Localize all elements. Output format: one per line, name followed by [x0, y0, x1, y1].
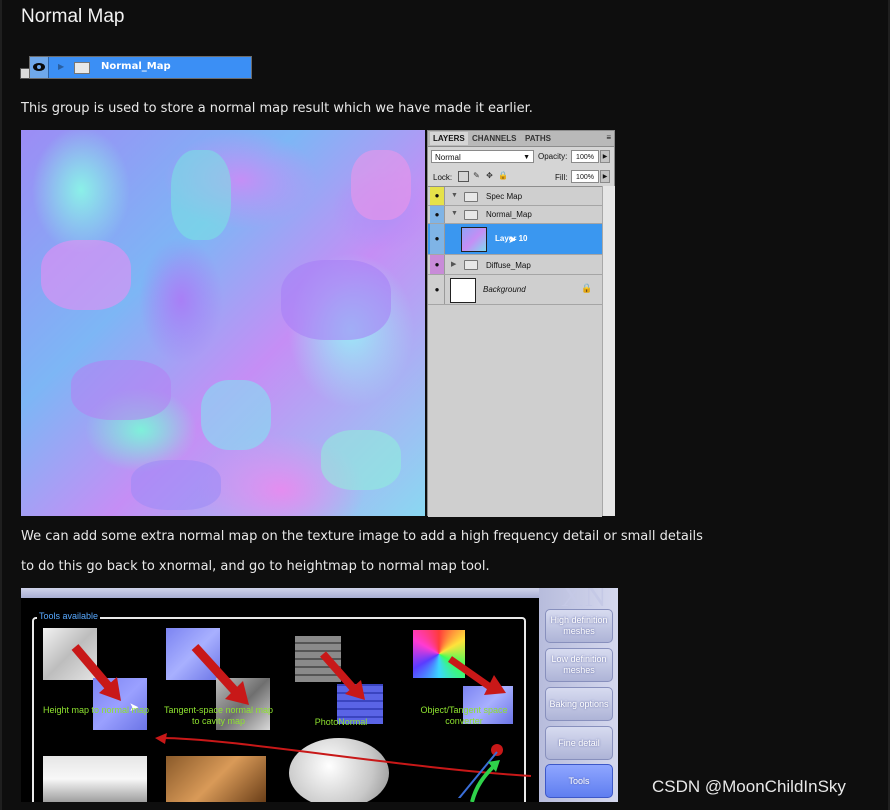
- folder-icon: [464, 192, 478, 202]
- eye-icon[interactable]: ●: [430, 275, 445, 304]
- tool-heightmap-to-normal[interactable]: Height map to normal map: [41, 705, 151, 716]
- chevron-down-icon: ▼: [523, 154, 530, 161]
- low-definition-meshes-button[interactable]: Low definition meshes: [545, 648, 613, 682]
- cursor-icon: ➤: [508, 234, 518, 246]
- eye-icon[interactable]: ●: [430, 187, 445, 205]
- fill-arrow-icon[interactable]: ▶: [600, 170, 610, 183]
- layer-row-layer-10[interactable]: ● Layer 10 ➤: [428, 224, 602, 255]
- expand-triangle-icon[interactable]: ▶: [451, 260, 456, 268]
- eye-icon: [30, 57, 49, 78]
- folder-icon: [464, 210, 478, 220]
- opacity-arrow-icon[interactable]: ▶: [600, 150, 610, 163]
- high-definition-meshes-button[interactable]: High definition meshes: [545, 609, 613, 643]
- blend-mode-value: Normal: [435, 153, 461, 162]
- layers-scrollbar[interactable]: [602, 186, 615, 516]
- expand-triangle-icon[interactable]: ▼: [451, 192, 458, 199]
- layers-list: ● ▼ Spec Map ● ▼ Normal_Map ● Layer 10 ➤…: [428, 186, 602, 517]
- tab-paths[interactable]: PATHS: [522, 132, 554, 145]
- lock-move-icon[interactable]: ✥: [485, 171, 494, 180]
- layer-name: Normal_Map: [486, 210, 532, 219]
- layer-name: Background: [483, 285, 526, 294]
- left-edge: [0, 0, 2, 810]
- paragraph-intro: This group is used to store a normal map…: [21, 101, 533, 116]
- layer-thumbnail: [450, 278, 476, 303]
- green-arrow-icon: [470, 760, 500, 802]
- eye-icon[interactable]: ●: [430, 224, 445, 254]
- blend-mode-select[interactable]: Normal ▼: [431, 150, 534, 163]
- layer-name: Diffuse_Map: [486, 261, 531, 270]
- window-top-bar: [21, 588, 618, 598]
- folder-icon: [74, 62, 90, 74]
- baking-options-button[interactable]: Baking options: [545, 687, 613, 721]
- eye-icon[interactable]: ●: [430, 255, 445, 274]
- red-arrow-icon: [320, 651, 365, 700]
- eye-icon[interactable]: ●: [430, 206, 445, 223]
- lock-label: Lock:: [433, 173, 453, 182]
- lock-all-icon[interactable]: 🔒: [498, 171, 508, 180]
- expand-triangle-icon: ▶: [58, 62, 65, 71]
- tools-button[interactable]: Tools: [545, 764, 613, 798]
- lock-icon: 🔒: [581, 283, 593, 293]
- xnormal-tools-window: XN Tools available ➤ Height map to norma…: [21, 588, 618, 802]
- tab-channels[interactable]: CHANNELS: [469, 132, 519, 145]
- expand-triangle-icon[interactable]: ▼: [451, 210, 458, 217]
- layer-label: Normal_Map: [101, 61, 171, 72]
- red-arrow-icon: [71, 644, 121, 701]
- layer-row-spec-map[interactable]: ● ▼ Spec Map: [428, 187, 602, 206]
- fill-field[interactable]: 100%: [571, 170, 599, 183]
- layer-row-normal-map[interactable]: ● ▼ Normal_Map: [428, 206, 602, 224]
- layer-thumbnail: [461, 227, 487, 252]
- red-arrow-icon: [191, 643, 249, 705]
- normal-map-layer-row: ▶ Normal_Map: [29, 56, 252, 79]
- lock-brush-icon[interactable]: ✎: [472, 171, 481, 180]
- layer-name: Spec Map: [486, 192, 523, 201]
- terrain-thumbnail: [43, 756, 147, 802]
- paragraph-instructions: to do this go back to xnormal, and go to…: [21, 559, 490, 574]
- fill-label: Fill:: [555, 173, 568, 182]
- page-title: Normal Map: [21, 6, 125, 27]
- lock-transparent-icon[interactable]: [458, 171, 469, 182]
- panel-menu-icon[interactable]: ≡: [606, 133, 611, 142]
- layers-panel: LAYERS CHANNELS PATHS ≡ Normal ▼ Opacity…: [427, 130, 615, 517]
- tab-layers[interactable]: LAYERS: [430, 132, 468, 145]
- paragraph-extra-detail: We can add some extra normal map on the …: [21, 529, 703, 544]
- normal-map-texture-image: [21, 130, 425, 516]
- layer-row-diffuse-map[interactable]: ● ▶ Diffuse_Map: [428, 255, 602, 275]
- opacity-field[interactable]: 100%: [571, 150, 599, 163]
- layers-panel-tabs: LAYERS CHANNELS PATHS ≡: [428, 131, 614, 147]
- fine-detail-button[interactable]: Fine detail: [545, 726, 613, 760]
- red-arrow-icon: [447, 656, 506, 695]
- csdn-watermark: CSDN @MoonChildInSky: [652, 777, 846, 796]
- opacity-label: Opacity:: [538, 152, 568, 161]
- layer-row-background[interactable]: ● Background 🔒: [428, 275, 602, 305]
- folder-icon: [464, 260, 478, 270]
- tools-frame-label: Tools available: [37, 611, 101, 621]
